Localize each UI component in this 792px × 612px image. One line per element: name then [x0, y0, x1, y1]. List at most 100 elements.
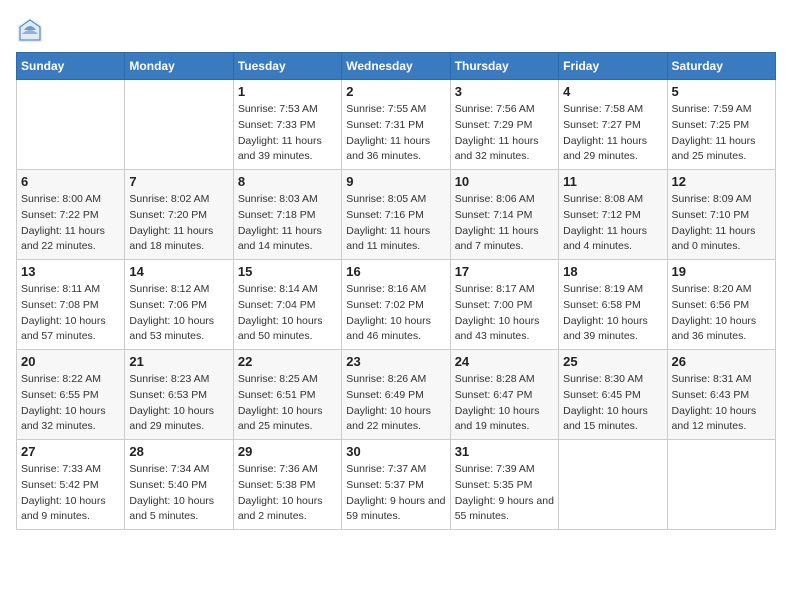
day-info: Sunrise: 8:19 AMSunset: 6:58 PMDaylight:…	[563, 282, 662, 345]
calendar-cell: 9 Sunrise: 8:05 AMSunset: 7:16 PMDaylight…	[342, 170, 450, 260]
day-info: Sunrise: 7:53 AMSunset: 7:33 PMDaylight:…	[238, 102, 337, 165]
day-number: 4	[563, 84, 662, 99]
day-number: 28	[129, 444, 228, 459]
day-info: Sunrise: 7:59 AMSunset: 7:25 PMDaylight:…	[672, 102, 771, 165]
day-info: Sunrise: 7:56 AMSunset: 7:29 PMDaylight:…	[455, 102, 554, 165]
weekday-header: Saturday	[667, 53, 775, 80]
day-number: 20	[21, 354, 120, 369]
calendar-cell: 28 Sunrise: 7:34 AMSunset: 5:40 PMDayligh…	[125, 440, 233, 530]
day-info: Sunrise: 7:58 AMSunset: 7:27 PMDaylight:…	[563, 102, 662, 165]
calendar-cell: 4 Sunrise: 7:58 AMSunset: 7:27 PMDaylight…	[559, 80, 667, 170]
day-number: 9	[346, 174, 445, 189]
day-number: 31	[455, 444, 554, 459]
calendar-cell: 3 Sunrise: 7:56 AMSunset: 7:29 PMDaylight…	[450, 80, 558, 170]
day-number: 6	[21, 174, 120, 189]
day-info: Sunrise: 8:14 AMSunset: 7:04 PMDaylight:…	[238, 282, 337, 345]
calendar-week-row: 13 Sunrise: 8:11 AMSunset: 7:08 PMDayligh…	[17, 260, 776, 350]
calendar-cell: 1 Sunrise: 7:53 AMSunset: 7:33 PMDaylight…	[233, 80, 341, 170]
calendar-header-row: SundayMondayTuesdayWednesdayThursdayFrid…	[17, 53, 776, 80]
calendar-cell: 2 Sunrise: 7:55 AMSunset: 7:31 PMDaylight…	[342, 80, 450, 170]
calendar-cell: 20 Sunrise: 8:22 AMSunset: 6:55 PMDayligh…	[17, 350, 125, 440]
day-info: Sunrise: 8:03 AMSunset: 7:18 PMDaylight:…	[238, 192, 337, 255]
weekday-header: Tuesday	[233, 53, 341, 80]
day-info: Sunrise: 8:17 AMSunset: 7:00 PMDaylight:…	[455, 282, 554, 345]
day-number: 19	[672, 264, 771, 279]
calendar-cell: 18 Sunrise: 8:19 AMSunset: 6:58 PMDayligh…	[559, 260, 667, 350]
calendar-cell: 21 Sunrise: 8:23 AMSunset: 6:53 PMDayligh…	[125, 350, 233, 440]
calendar-week-row: 27Sunrise: 7:33 AMSunset: 5:42 PMDayligh…	[17, 440, 776, 530]
calendar-week-row: 20 Sunrise: 8:22 AMSunset: 6:55 PMDayligh…	[17, 350, 776, 440]
day-number: 29	[238, 444, 337, 459]
calendar-cell: 15Sunrise: 8:14 AMSunset: 7:04 PMDayligh…	[233, 260, 341, 350]
day-info: Sunrise: 8:08 AMSunset: 7:12 PMDaylight:…	[563, 192, 662, 255]
day-number: 23	[346, 354, 445, 369]
weekday-header: Wednesday	[342, 53, 450, 80]
day-info: Sunrise: 7:33 AMSunset: 5:42 PMDaylight:…	[21, 462, 120, 525]
calendar-cell: 6 Sunrise: 8:00 AMSunset: 7:22 PMDaylight…	[17, 170, 125, 260]
day-number: 5	[672, 84, 771, 99]
calendar-cell: 12Sunrise: 8:09 AMSunset: 7:10 PMDayligh…	[667, 170, 775, 260]
day-info: Sunrise: 8:22 AMSunset: 6:55 PMDaylight:…	[21, 372, 120, 435]
day-number: 7	[129, 174, 228, 189]
calendar-week-row: 6 Sunrise: 8:00 AMSunset: 7:22 PMDaylight…	[17, 170, 776, 260]
calendar-cell: 11 Sunrise: 8:08 AMSunset: 7:12 PMDayligh…	[559, 170, 667, 260]
calendar-cell	[125, 80, 233, 170]
calendar-cell	[667, 440, 775, 530]
day-info: Sunrise: 7:39 AMSunset: 5:35 PMDaylight:…	[455, 462, 554, 525]
calendar-cell: 19 Sunrise: 8:20 AMSunset: 6:56 PMDayligh…	[667, 260, 775, 350]
day-info: Sunrise: 8:23 AMSunset: 6:53 PMDaylight:…	[129, 372, 228, 435]
day-info: Sunrise: 7:55 AMSunset: 7:31 PMDaylight:…	[346, 102, 445, 165]
calendar-cell	[559, 440, 667, 530]
day-number: 14	[129, 264, 228, 279]
calendar-cell: 13 Sunrise: 8:11 AMSunset: 7:08 PMDayligh…	[17, 260, 125, 350]
day-number: 30	[346, 444, 445, 459]
day-info: Sunrise: 8:12 AMSunset: 7:06 PMDaylight:…	[129, 282, 228, 345]
day-number: 10	[455, 174, 554, 189]
logo	[16, 16, 48, 44]
calendar-cell: 25Sunrise: 8:30 AMSunset: 6:45 PMDayligh…	[559, 350, 667, 440]
calendar-cell: 27Sunrise: 7:33 AMSunset: 5:42 PMDayligh…	[17, 440, 125, 530]
weekday-header: Monday	[125, 53, 233, 80]
calendar-week-row: 1 Sunrise: 7:53 AMSunset: 7:33 PMDaylight…	[17, 80, 776, 170]
day-number: 3	[455, 84, 554, 99]
calendar-cell: 26 Sunrise: 8:31 AMSunset: 6:43 PMDayligh…	[667, 350, 775, 440]
calendar-cell: 31 Sunrise: 7:39 AMSunset: 5:35 PMDayligh…	[450, 440, 558, 530]
calendar-cell: 16 Sunrise: 8:16 AMSunset: 7:02 PMDayligh…	[342, 260, 450, 350]
day-number: 26	[672, 354, 771, 369]
day-info: Sunrise: 8:06 AMSunset: 7:14 PMDaylight:…	[455, 192, 554, 255]
day-info: Sunrise: 8:00 AMSunset: 7:22 PMDaylight:…	[21, 192, 120, 255]
day-info: Sunrise: 7:34 AMSunset: 5:40 PMDaylight:…	[129, 462, 228, 525]
day-info: Sunrise: 7:36 AMSunset: 5:38 PMDaylight:…	[238, 462, 337, 525]
day-info: Sunrise: 8:28 AMSunset: 6:47 PMDaylight:…	[455, 372, 554, 435]
day-info: Sunrise: 8:20 AMSunset: 6:56 PMDaylight:…	[672, 282, 771, 345]
calendar-cell: 14 Sunrise: 8:12 AMSunset: 7:06 PMDayligh…	[125, 260, 233, 350]
day-info: Sunrise: 8:11 AMSunset: 7:08 PMDaylight:…	[21, 282, 120, 345]
page-header	[16, 16, 776, 44]
calendar-cell: 8 Sunrise: 8:03 AMSunset: 7:18 PMDaylight…	[233, 170, 341, 260]
day-number: 17	[455, 264, 554, 279]
day-info: Sunrise: 8:16 AMSunset: 7:02 PMDaylight:…	[346, 282, 445, 345]
calendar-cell: 23Sunrise: 8:26 AMSunset: 6:49 PMDayligh…	[342, 350, 450, 440]
day-number: 1	[238, 84, 337, 99]
day-info: Sunrise: 8:25 AMSunset: 6:51 PMDaylight:…	[238, 372, 337, 435]
calendar-cell: 17 Sunrise: 8:17 AMSunset: 7:00 PMDayligh…	[450, 260, 558, 350]
day-number: 13	[21, 264, 120, 279]
day-info: Sunrise: 8:05 AMSunset: 7:16 PMDaylight:…	[346, 192, 445, 255]
day-info: Sunrise: 8:02 AMSunset: 7:20 PMDaylight:…	[129, 192, 228, 255]
day-number: 11	[563, 174, 662, 189]
calendar-cell: 7 Sunrise: 8:02 AMSunset: 7:20 PMDaylight…	[125, 170, 233, 260]
day-number: 16	[346, 264, 445, 279]
day-number: 24	[455, 354, 554, 369]
day-number: 8	[238, 174, 337, 189]
calendar-cell: 22 Sunrise: 8:25 AMSunset: 6:51 PMDayligh…	[233, 350, 341, 440]
day-number: 18	[563, 264, 662, 279]
day-number: 22	[238, 354, 337, 369]
calendar-cell: 29 Sunrise: 7:36 AMSunset: 5:38 PMDayligh…	[233, 440, 341, 530]
day-info: Sunrise: 8:31 AMSunset: 6:43 PMDaylight:…	[672, 372, 771, 435]
day-info: Sunrise: 8:30 AMSunset: 6:45 PMDaylight:…	[563, 372, 662, 435]
calendar-cell: 24 Sunrise: 8:28 AMSunset: 6:47 PMDayligh…	[450, 350, 558, 440]
day-number: 2	[346, 84, 445, 99]
weekday-header: Sunday	[17, 53, 125, 80]
logo-icon	[16, 16, 44, 44]
day-number: 21	[129, 354, 228, 369]
